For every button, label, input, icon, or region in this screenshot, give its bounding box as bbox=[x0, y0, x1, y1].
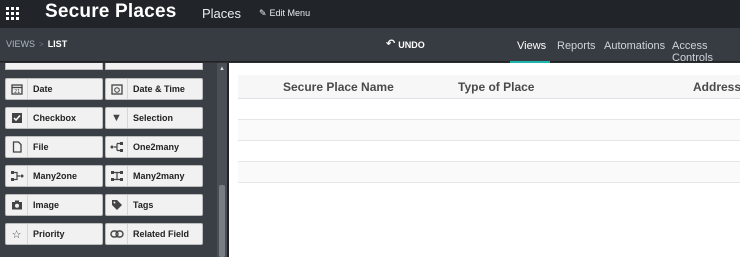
undo-button[interactable]: ↶ UNDO bbox=[386, 39, 425, 50]
partial-field-card[interactable] bbox=[5, 63, 103, 70]
scrollbar-thumb[interactable] bbox=[219, 185, 225, 257]
list-view-canvas: Secure Place Name Type of Place Address bbox=[229, 63, 740, 257]
tab-access-controls[interactable]: Access Controls bbox=[672, 40, 740, 64]
one2many-icon bbox=[106, 137, 128, 157]
field-priority[interactable]: ☆ Priority bbox=[5, 223, 103, 245]
file-icon bbox=[6, 137, 28, 157]
svg-text:21: 21 bbox=[14, 89, 20, 95]
field-datetime[interactable]: Date & Time bbox=[105, 78, 203, 100]
field-tags[interactable]: Tags bbox=[105, 194, 203, 216]
table-row bbox=[238, 141, 740, 162]
field-label: Many2many bbox=[133, 171, 185, 181]
undo-icon: ↶ bbox=[386, 38, 396, 50]
many2one-icon bbox=[6, 166, 28, 186]
tab-reports[interactable]: Reports bbox=[557, 40, 596, 52]
checkbox-icon bbox=[6, 108, 28, 128]
studio-toolbar: VIEWS > LIST ↶ UNDO Views Reports Automa… bbox=[0, 28, 740, 64]
field-label: Date bbox=[33, 84, 53, 94]
field-file[interactable]: File bbox=[5, 136, 103, 158]
column-header-type-of-place[interactable]: Type of Place bbox=[458, 80, 534, 94]
field-one2many[interactable]: One2many bbox=[105, 136, 203, 158]
calendar-clock-icon bbox=[106, 79, 128, 99]
edit-menu-link[interactable]: ✎ Edit Menu bbox=[259, 8, 310, 18]
tag-icon bbox=[106, 195, 128, 215]
calendar-icon: 21 bbox=[6, 79, 28, 99]
edit-menu-label: Edit Menu bbox=[269, 8, 311, 18]
table-row bbox=[238, 162, 740, 183]
field-selection[interactable]: ▼ Selection bbox=[105, 107, 203, 129]
field-checkbox[interactable]: Checkbox bbox=[5, 107, 103, 129]
column-header-address[interactable]: Address bbox=[693, 80, 740, 94]
apps-grid-icon[interactable] bbox=[6, 7, 19, 20]
breadcrumb-list: LIST bbox=[47, 39, 68, 49]
many2many-icon bbox=[106, 166, 128, 186]
field-related[interactable]: Related Field bbox=[105, 223, 203, 245]
list-table: Secure Place Name Type of Place Address bbox=[238, 75, 740, 183]
menu-item-places[interactable]: Places bbox=[202, 6, 241, 21]
breadcrumb: VIEWS > LIST bbox=[6, 39, 67, 49]
field-date[interactable]: 21 Date bbox=[5, 78, 103, 100]
caret-down-icon: ▼ bbox=[106, 108, 128, 128]
breadcrumb-separator: > bbox=[39, 39, 44, 49]
field-label: Related Field bbox=[133, 229, 190, 239]
scroll-up-arrow-icon[interactable]: ▲ bbox=[219, 66, 225, 72]
camera-icon bbox=[6, 195, 28, 215]
app-title[interactable]: Secure Places bbox=[45, 1, 176, 23]
field-label: Checkbox bbox=[33, 113, 77, 123]
star-icon: ☆ bbox=[6, 224, 28, 244]
column-header-secure-place-name[interactable]: Secure Place Name bbox=[283, 80, 394, 94]
field-label: Selection bbox=[133, 113, 174, 123]
field-sidebar: 21 Date Date & Time Checkbox ▼ Selection… bbox=[0, 63, 217, 257]
field-label: Many2one bbox=[33, 171, 78, 181]
table-row bbox=[238, 120, 740, 141]
undo-label: UNDO bbox=[398, 39, 425, 50]
field-label: Priority bbox=[33, 229, 65, 239]
breadcrumb-views[interactable]: VIEWS bbox=[6, 39, 35, 49]
tab-views[interactable]: Views bbox=[517, 40, 546, 52]
partial-field-card[interactable] bbox=[105, 63, 203, 70]
field-label: Image bbox=[33, 200, 60, 210]
field-label: One2many bbox=[133, 142, 180, 152]
field-label: Tags bbox=[133, 200, 154, 210]
field-many2one[interactable]: Many2one bbox=[5, 165, 103, 187]
field-image[interactable]: Image bbox=[5, 194, 103, 216]
table-header: Secure Place Name Type of Place Address bbox=[238, 75, 740, 99]
pencil-icon: ✎ bbox=[259, 7, 267, 18]
table-row bbox=[238, 99, 740, 120]
field-label: Date & Time bbox=[133, 84, 185, 94]
field-label: File bbox=[33, 142, 49, 152]
tab-automations[interactable]: Automations bbox=[604, 40, 665, 52]
field-many2many[interactable]: Many2many bbox=[105, 165, 203, 187]
link-icon bbox=[106, 224, 128, 244]
top-navbar: Secure Places Places ✎ Edit Menu bbox=[0, 0, 740, 28]
